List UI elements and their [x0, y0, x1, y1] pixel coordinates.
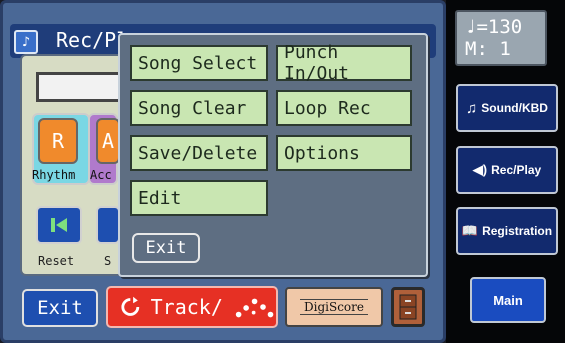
- menu-options[interactable]: Options: [276, 135, 412, 171]
- rec-play-app-icon: ♪: [14, 30, 38, 54]
- rhythm-part-button[interactable]: R: [38, 118, 78, 164]
- reset-button[interactable]: [36, 206, 82, 244]
- menu-edit[interactable]: Edit: [130, 180, 268, 216]
- book-icon: 📖: [461, 223, 479, 238]
- skip-to-start-icon: [51, 218, 67, 232]
- stop-button[interactable]: [96, 206, 120, 244]
- menu-song-select[interactable]: Song Select: [130, 45, 268, 81]
- file-cabinet-button[interactable]: [391, 287, 425, 327]
- main-button[interactable]: Main: [470, 277, 546, 323]
- sound-kbd-button[interactable]: ♫ Sound/KBD: [456, 84, 558, 132]
- popup-exit-button[interactable]: Exit: [132, 233, 200, 263]
- music-note-icon: ♫: [466, 99, 478, 117]
- loop-arrow-icon: [121, 296, 140, 316]
- rhythm-part-label: Rhythm: [32, 168, 76, 182]
- registration-button[interactable]: 📖 Registration: [456, 207, 558, 255]
- stop-label: S: [104, 254, 112, 268]
- rec-play-button[interactable]: ◀) Rec/Play: [456, 146, 558, 194]
- track-button-label: Track/: [150, 295, 223, 319]
- dots-pattern-icon: [235, 298, 274, 318]
- digiscore-label: DigiScore: [300, 299, 368, 315]
- digiscore-button[interactable]: DigiScore: [285, 287, 383, 327]
- menu-save-delete[interactable]: Save/Delete: [130, 135, 268, 171]
- sound-kbd-label: Sound/KBD: [481, 101, 548, 115]
- tempo-measure-display: ♩=130 M: 1: [455, 10, 547, 66]
- menu-song-clear[interactable]: Song Clear: [130, 90, 268, 126]
- accomp-part-button[interactable]: A: [96, 118, 120, 164]
- reset-label: Reset: [38, 254, 75, 268]
- track-button[interactable]: Track/: [106, 286, 278, 328]
- rec-play-label: Rec/Play: [491, 163, 542, 177]
- accomp-part-label: Acc: [90, 168, 112, 182]
- measure-readout: M: 1: [465, 38, 511, 60]
- registration-label: Registration: [482, 224, 553, 238]
- menu-loop-rec[interactable]: Loop Rec: [276, 90, 412, 126]
- tempo-readout: ♩=130: [465, 16, 523, 38]
- exit-button[interactable]: Exit: [22, 289, 98, 327]
- file-cabinet-icon: [399, 294, 417, 320]
- speaker-icon: ◀): [472, 162, 488, 177]
- menu-punch-in-out[interactable]: Punch In/Out: [276, 42, 412, 84]
